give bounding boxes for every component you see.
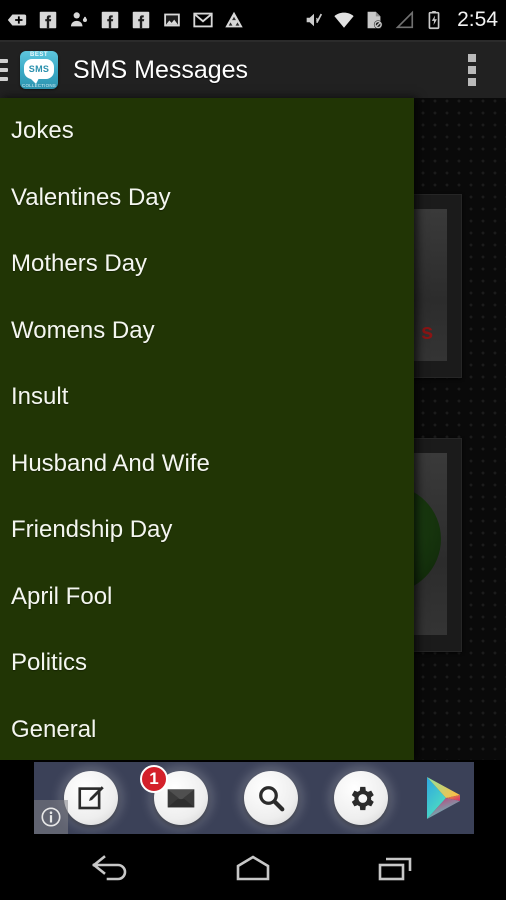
home-button[interactable] <box>222 845 284 893</box>
advertisement-banner[interactable]: 1 <box>34 762 474 834</box>
sidebar-item-label: Mothers Day <box>11 250 148 278</box>
sidebar-item-label: Jokes <box>11 117 74 145</box>
recents-button[interactable] <box>364 845 426 893</box>
volume-mute-icon <box>303 9 325 31</box>
app-logo-bottom-text: COLLECTIONS <box>22 83 56 88</box>
system-navigation-bar <box>0 838 506 900</box>
sidebar-item-label: Insult <box>11 383 69 411</box>
app-bar: BEST SMS COLLECTIONS SMS Messages <box>0 42 506 98</box>
sidebar-item-label: Valentines Day <box>11 183 171 211</box>
sidebar-item-jokes[interactable]: Jokes <box>0 98 414 165</box>
mail-button-wrapper[interactable]: 1 <box>140 765 208 825</box>
hamburger-menu-icon[interactable] <box>0 55 8 85</box>
sidebar-item-valentines-day[interactable]: Valentines Day <box>0 165 414 232</box>
gear-icon[interactable] <box>334 771 388 825</box>
sidebar-item-politics[interactable]: Politics <box>0 630 414 697</box>
wifi-icon <box>333 9 355 31</box>
android-screen: 2:54 BEST SMS COLLECTIONS SMS Messages s <box>0 0 506 900</box>
sidebar-item-friendship-day[interactable]: Friendship Day <box>0 497 414 564</box>
overflow-menu-icon[interactable] <box>460 48 484 92</box>
app-logo-top-text: BEST <box>29 52 48 58</box>
search-icon[interactable] <box>244 771 298 825</box>
gmail-icon <box>192 9 214 31</box>
app-logo-badge-text: SMS <box>28 64 50 74</box>
triangle-app-icon <box>223 9 245 31</box>
sidebar-item-womens-day[interactable]: Womens Day <box>0 298 414 365</box>
compose-icon[interactable] <box>64 771 118 825</box>
status-system-icons: 2:54 <box>303 8 498 32</box>
sidebar-item-april-fool[interactable]: April Fool <box>0 564 414 631</box>
sidebar-item-label: General <box>11 715 97 743</box>
sidebar-item-mothers-day[interactable]: Mothers Day <box>0 231 414 298</box>
facebook-icon <box>37 9 59 31</box>
google-play-icon[interactable] <box>422 774 466 822</box>
status-clock: 2:54 <box>457 8 498 31</box>
card-caption: s <box>421 319 434 344</box>
facebook-icon <box>130 9 152 31</box>
sidebar-item-label: Friendship Day <box>11 516 173 544</box>
signal-no-service-icon <box>393 9 415 31</box>
add-tag-icon <box>6 9 28 31</box>
ad-info-icon[interactable] <box>34 800 68 834</box>
status-bar: 2:54 <box>0 0 506 40</box>
sidebar-item-insult[interactable]: Insult <box>0 364 414 431</box>
person-add-icon <box>68 9 90 31</box>
unread-badge: 1 <box>140 765 168 793</box>
page-title: SMS Messages <box>73 55 249 84</box>
sidebar-item-husband-and-wife[interactable]: Husband And Wife <box>0 431 414 498</box>
battery-charging-icon <box>423 9 445 31</box>
sidebar-item-label: April Fool <box>11 582 113 610</box>
app-logo-icon: BEST SMS COLLECTIONS <box>20 51 58 89</box>
status-notification-icons <box>6 9 303 31</box>
sidebar-item-label: Husband And Wife <box>11 449 210 477</box>
speech-bubble-icon: SMS <box>24 59 54 84</box>
photo-icon <box>161 9 183 31</box>
navigation-drawer[interactable]: Jokes Valentines Day Mothers Day Womens … <box>0 98 414 760</box>
back-button[interactable] <box>80 845 142 893</box>
sidebar-item-general[interactable]: General <box>0 697 414 761</box>
facebook-icon <box>99 9 121 31</box>
sidebar-item-label: Womens Day <box>11 316 155 344</box>
sidebar-item-label: Politics <box>11 649 88 677</box>
sd-card-blocked-icon <box>363 9 385 31</box>
